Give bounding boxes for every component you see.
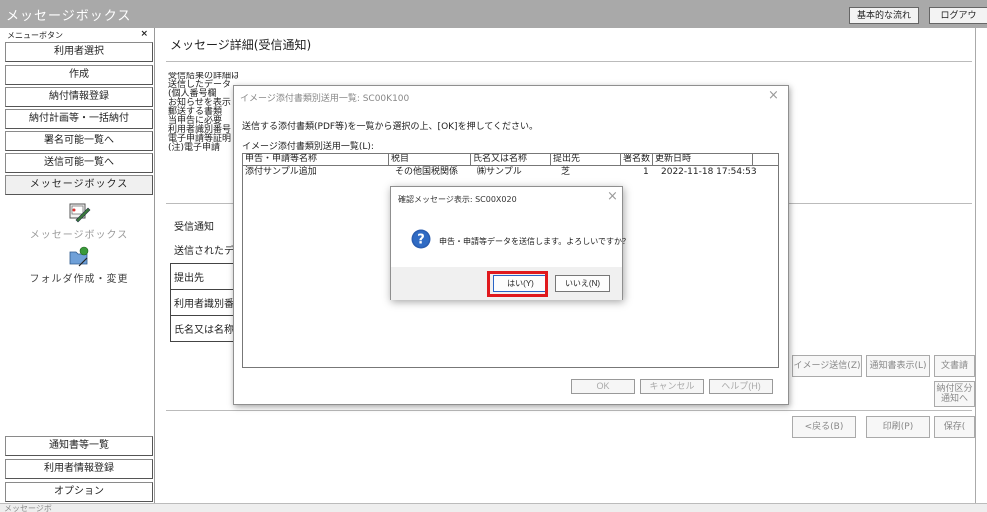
sidebar-create-button[interactable]: 作成 [5, 65, 153, 85]
right-scroll-edge [975, 28, 987, 512]
sidebar-messagebox-item[interactable] [3, 200, 155, 227]
column-header[interactable]: 申告・申請等名称 [243, 154, 389, 166]
sidebar: メニューボタン × 利用者選択 作成 納付情報登録 納付計画等・一括納付 署名可… [3, 28, 155, 512]
sidebar-payment-register-button[interactable]: 納付情報登録 [5, 87, 153, 107]
notice-table: 提出先 利用者識別番 氏名又は名称 [170, 263, 235, 342]
folder-edit-icon [69, 246, 89, 267]
back-button[interactable]: <戻る(B) [792, 416, 856, 438]
basic-flow-button[interactable]: 基本的な流れ [849, 7, 919, 24]
title-bar: メッセージボックス 基本的な流れ ログアウ [0, 0, 987, 28]
document-request-button[interactable]: 文書請 [934, 355, 975, 377]
dialog-instruction: 送信する添付書類(PDF等)を一覧から選択の上、[OK]を押してください。 [242, 122, 539, 132]
column-header[interactable]: 提出先 [551, 154, 621, 166]
image-send-button[interactable]: イメージ送信(Z) [792, 355, 862, 377]
table-row[interactable]: 添付サンプル追加 その他国税関係 ㈱サンプル 芝 1 2022-11-18 17… [243, 167, 778, 178]
menu-close-icon[interactable]: × [140, 29, 148, 39]
sidebar-signable-list-button[interactable]: 署名可能一覧へ [5, 131, 153, 151]
column-header[interactable]: 税目 [389, 154, 471, 166]
sidebar-messagebox-button[interactable]: メッセージボックス [5, 175, 153, 195]
sidebar-payment-plan-button[interactable]: 納付計画等・一括納付 [5, 109, 153, 129]
question-icon: ? [411, 229, 431, 249]
messagebox-icon [69, 203, 91, 223]
logout-button[interactable]: ログアウ [929, 7, 987, 24]
close-icon[interactable]: × [768, 88, 779, 103]
svg-text:?: ? [417, 233, 425, 248]
nav-divider [166, 410, 972, 411]
help-button[interactable]: ヘルプ(H) [709, 379, 773, 394]
menu-caption: メニューボタン [7, 31, 63, 40]
status-bar: メッセージボ [0, 503, 987, 512]
sidebar-folder-label: フォルダ作成・変更 [29, 274, 129, 285]
save-button[interactable]: 保存( [934, 416, 975, 438]
sidebar-folder-item[interactable] [3, 244, 155, 271]
intro-text: 受信結果の詳細は以下のとおりです。 送信したデータ (個人番号欄 お知らせを表示… [168, 72, 238, 153]
close-icon[interactable]: × [607, 189, 618, 204]
sidebar-messagebox-label: メッセージボックス [29, 230, 129, 241]
page-title: メッセージ詳細(受信通知) [170, 38, 312, 52]
cancel-button[interactable]: キャンセル [640, 379, 704, 394]
confirm-dialog-title: 確認メッセージ表示: SC00X020 [398, 195, 517, 204]
column-header[interactable]: 更新日時 [653, 154, 753, 166]
table-row: 氏名又は名称 [170, 315, 235, 342]
yes-button-highlight [487, 271, 548, 297]
column-header[interactable]: 署名数 [621, 154, 653, 166]
sidebar-notice-list-button[interactable]: 通知書等一覧 [5, 436, 153, 456]
sidebar-user-info-button[interactable]: 利用者情報登録 [5, 459, 153, 479]
title-divider [166, 61, 972, 62]
payment-category-button[interactable]: 納付区分 通知へ [934, 381, 975, 407]
section-text: 送信されたデ [174, 246, 234, 257]
notice-view-button[interactable]: 通知書表示(L) [866, 355, 930, 377]
print-button[interactable]: 印刷(P) [866, 416, 930, 438]
list-header: 申告・申請等名称 税目 氏名又は名称 提出先 署名数 更新日時 [243, 154, 778, 166]
section-label: 受信通知 [174, 222, 214, 233]
column-header[interactable]: 氏名又は名称 [471, 154, 551, 166]
sidebar-user-select-button[interactable]: 利用者選択 [5, 42, 153, 62]
ok-button[interactable]: OK [571, 379, 635, 394]
table-row: 利用者識別番 [170, 289, 235, 316]
dialog-title: イメージ添付書類別送用一覧: SC00K100 [240, 94, 410, 104]
no-button[interactable]: いいえ(N) [555, 275, 610, 292]
list-label: イメージ添付書類別送用一覧(L): [242, 142, 374, 152]
app-title: メッセージボックス [6, 9, 132, 24]
sidebar-options-button[interactable]: オプション [5, 482, 153, 502]
sidebar-sendable-list-button[interactable]: 送信可能一覧へ [5, 153, 153, 173]
table-row: 提出先 [170, 263, 235, 290]
confirm-message: 申告・申請等データを送信します。よろしいですか？ [439, 237, 630, 246]
status-text: メッセージボ [4, 504, 52, 512]
